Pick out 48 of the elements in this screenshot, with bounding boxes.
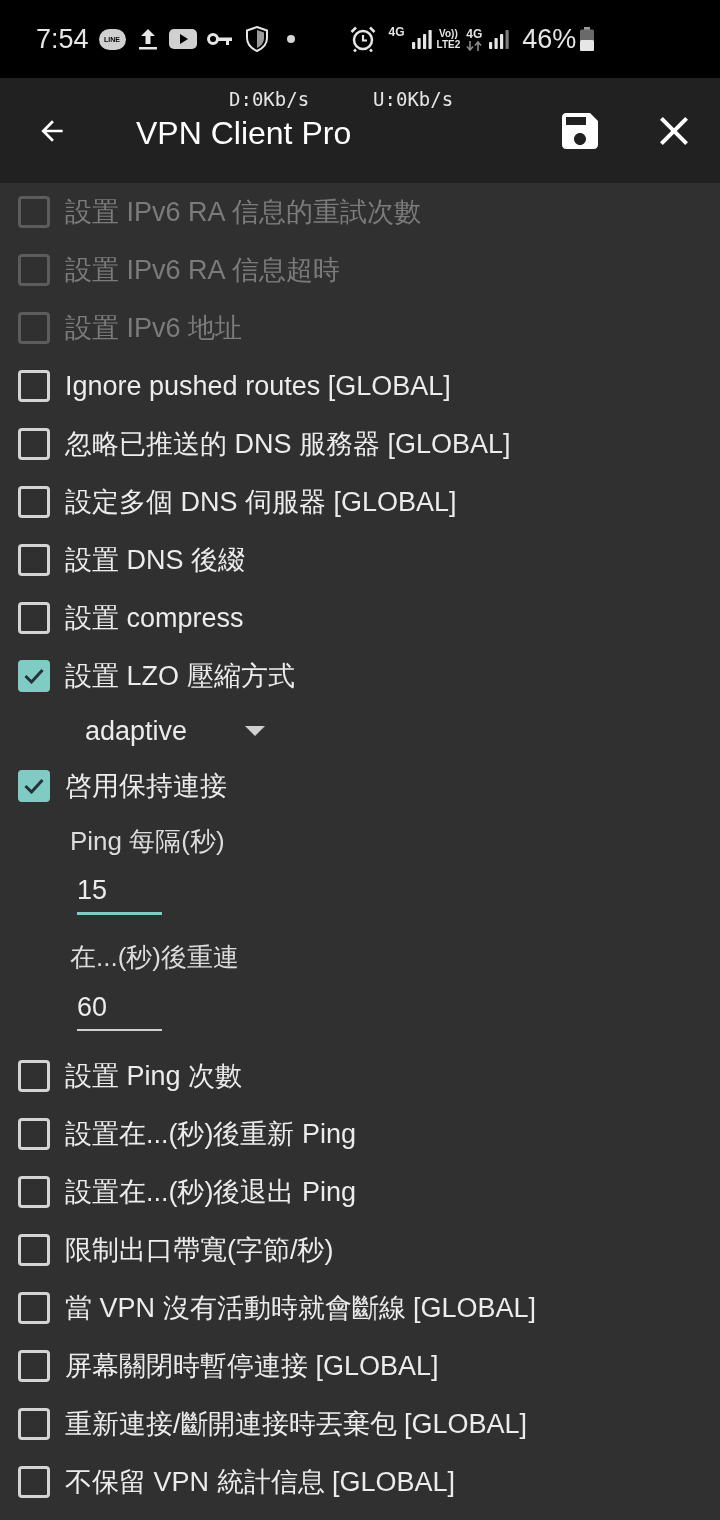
- battery-percent: 46%: [522, 25, 577, 53]
- checkbox[interactable]: [18, 770, 50, 802]
- option-label: 設置在...(秒)後重新 Ping: [65, 1120, 357, 1148]
- option-label: 設置 IPv6 地址: [65, 314, 243, 342]
- option-label: 當 VPN 沒有活動時就會斷線 [GLOBAL]: [65, 1294, 537, 1322]
- shield-icon: [245, 26, 268, 52]
- option-label: 設置 Ping 次數: [65, 1062, 243, 1090]
- key-icon: [206, 32, 233, 46]
- network-type-label: 4G: [388, 26, 405, 38]
- network-type-label: 4G: [466, 27, 483, 41]
- setting-label: 在...(秒)後重連: [70, 940, 239, 974]
- check-icon: [24, 668, 44, 684]
- option-label: 設定多個 DNS 伺服器 [GLOBAL]: [65, 488, 457, 516]
- upload-icon: [137, 27, 158, 51]
- upload-speed: U:0Kb/s: [373, 87, 454, 111]
- option-label: 不保留 VPN 統計信息 [GLOBAL]: [65, 1468, 456, 1496]
- dropdown[interactable]: adaptive: [70, 707, 280, 755]
- option-label: 重新連接/斷開連接時丟棄包 [GLOBAL]: [65, 1410, 528, 1438]
- download-speed: D:0Kb/s: [229, 87, 310, 111]
- data-arrows-icon: [466, 40, 483, 51]
- play-icon: [168, 29, 197, 49]
- window-title: VPN Client Pro: [136, 114, 352, 153]
- volte-label: Vo)): [439, 28, 458, 39]
- caret-icon: [245, 726, 265, 736]
- option-label: 屏幕關閉時暫停連接 [GLOBAL]: [65, 1352, 439, 1380]
- save-icon: [562, 113, 598, 149]
- option-label: 設置在...(秒)後退出 Ping: [65, 1178, 357, 1206]
- option-label: 設置 IPv6 RA 信息超時: [65, 256, 340, 284]
- check-icon: [24, 778, 44, 794]
- option-label: 限制出口帶寬(字節/秒): [65, 1236, 334, 1264]
- option-label: 設置 IPv6 RA 信息的重試次數: [65, 198, 421, 226]
- battery-icon: [580, 27, 595, 51]
- option-label: 設置 DNS 後綴: [65, 546, 245, 574]
- clock-time: 7:54: [36, 25, 89, 53]
- alarm-clock-icon: [349, 26, 376, 52]
- option-label: Ignore pushed routes [GLOBAL]: [65, 372, 451, 400]
- option-label: 忽略已推送的 DNS 服務器 [GLOBAL]: [65, 430, 511, 458]
- option-label: 設置 compress: [65, 604, 244, 632]
- number-field[interactable]: 60: [77, 985, 162, 1031]
- option-label: 啓用保持連接: [65, 772, 227, 800]
- lte-label: LTE2: [436, 39, 461, 50]
- number-field[interactable]: 15: [77, 869, 162, 915]
- signal-bars-icon: [488, 29, 511, 49]
- signal-bars-icon: [410, 29, 433, 49]
- setting-label: Ping 每隔(秒): [70, 824, 225, 858]
- checkbox[interactable]: [18, 660, 50, 692]
- option-label: 設置 LZO 壓縮方式: [65, 662, 295, 690]
- close-icon: [660, 117, 688, 145]
